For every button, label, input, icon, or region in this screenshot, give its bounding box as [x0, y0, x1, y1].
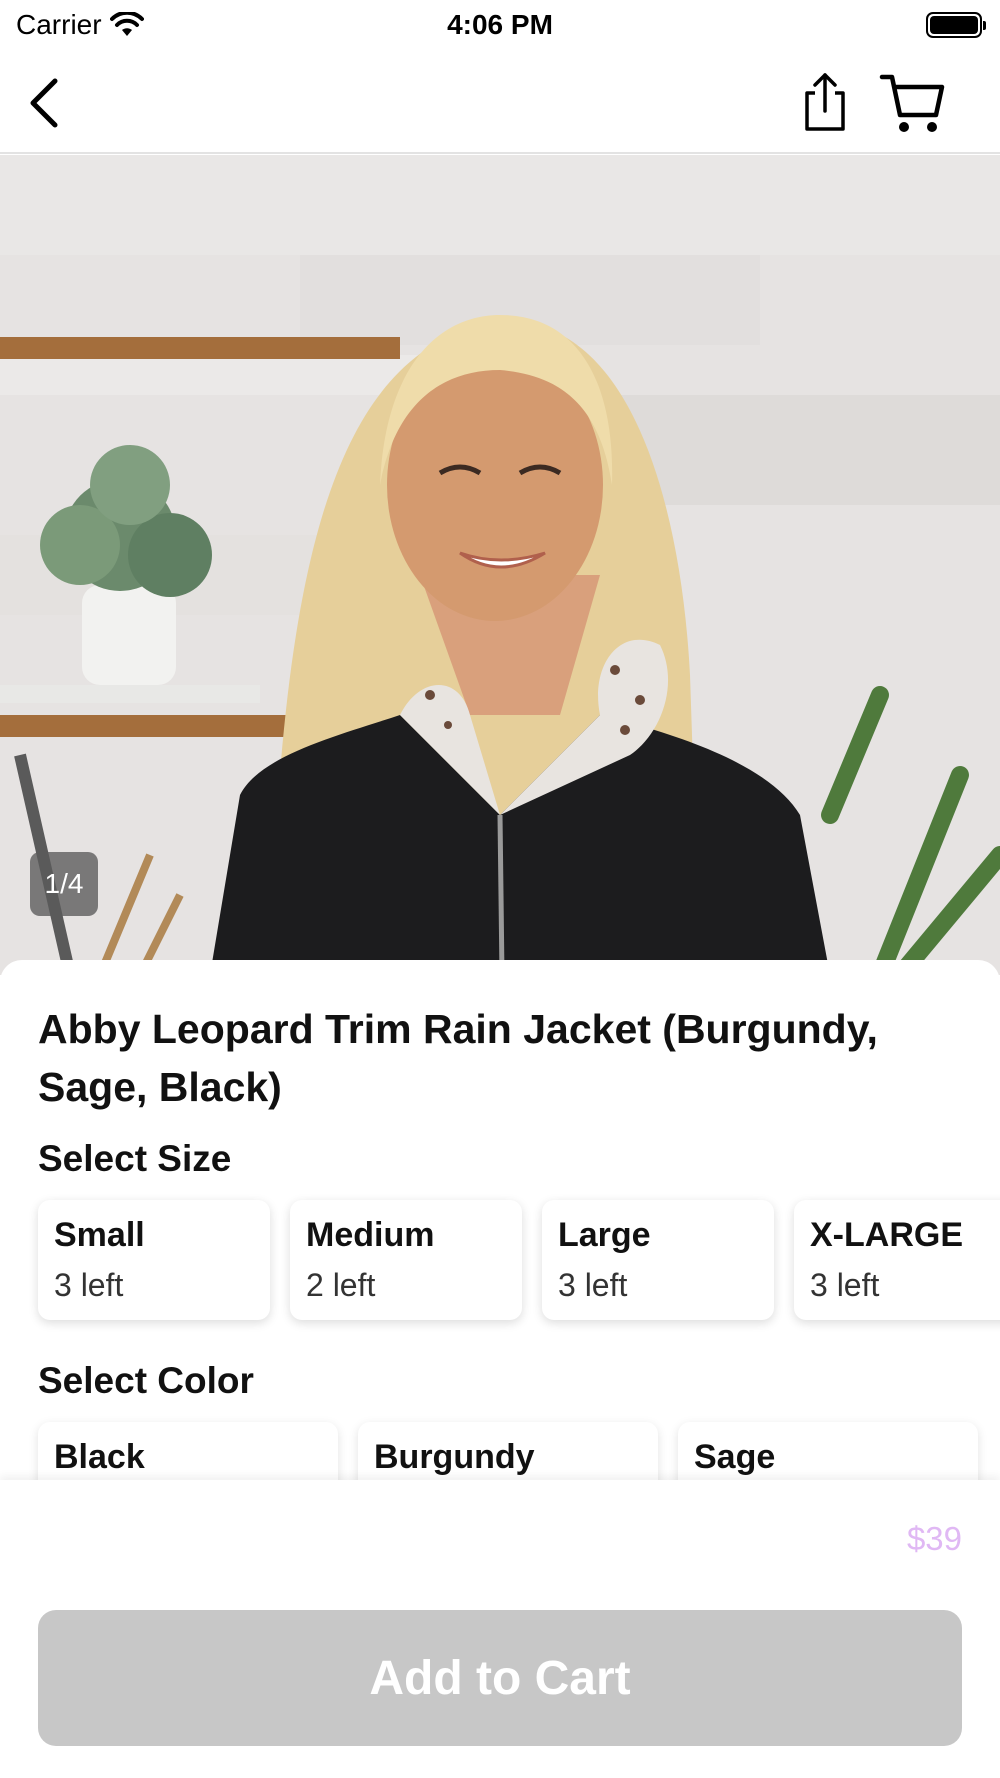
product-details-sheet: Abby Leopard Trim Rain Jacket (Burgundy,… — [0, 960, 1000, 1480]
size-option-name: X-LARGE — [810, 1216, 963, 1254]
product-photo — [0, 155, 1000, 975]
product-image[interactable] — [0, 155, 1000, 975]
color-option-burgundy[interactable]: Burgundy — [358, 1422, 658, 1480]
nav-bar — [0, 52, 1000, 154]
color-option-name: Black — [54, 1438, 145, 1476]
color-options: Black Burgundy Sage — [38, 1422, 1000, 1480]
share-icon — [805, 73, 845, 131]
color-option-black[interactable]: Black — [38, 1422, 338, 1480]
size-option-name: Small — [54, 1216, 145, 1254]
page-indicator: 1/4 — [30, 852, 98, 916]
size-option-stock: 3 left — [810, 1267, 880, 1303]
cart-button[interactable] — [878, 68, 948, 138]
size-options: Small 3 left Medium 2 left Large 3 left … — [38, 1200, 1000, 1324]
size-option-stock: 2 left — [306, 1267, 376, 1303]
add-to-cart-button[interactable]: Add to Cart — [38, 1610, 962, 1746]
size-option-small[interactable]: Small 3 left — [38, 1200, 270, 1320]
size-option-name: Large — [558, 1216, 651, 1254]
size-option-stock: 3 left — [558, 1267, 628, 1303]
size-option-large[interactable]: Large 3 left — [542, 1200, 774, 1320]
size-option-medium[interactable]: Medium 2 left — [290, 1200, 522, 1320]
status-bar: Carrier 4:06 PM — [0, 0, 1000, 50]
size-option-x-large[interactable]: X-LARGE 3 left — [794, 1200, 1000, 1320]
product-price: $39 — [906, 1520, 962, 1557]
color-option-name: Sage — [694, 1438, 776, 1476]
size-option-name: Medium — [306, 1216, 435, 1254]
color-option-sage[interactable]: Sage — [678, 1422, 978, 1480]
status-time: 4:06 PM — [447, 9, 553, 40]
chevron-left-icon — [30, 78, 58, 128]
share-button[interactable] — [790, 68, 860, 138]
cart-icon — [879, 74, 945, 132]
battery-icon — [926, 12, 986, 38]
color-option-name: Burgundy — [374, 1438, 535, 1476]
size-option-stock: 3 left — [54, 1267, 124, 1303]
select-size-heading: Select Size — [38, 1138, 232, 1179]
product-title: Abby Leopard Trim Rain Jacket (Burgundy,… — [38, 1006, 878, 1110]
select-color-heading: Select Color — [38, 1360, 254, 1401]
purchase-footer: $39 Add to Cart — [0, 1480, 1000, 1778]
back-button[interactable] — [10, 68, 80, 138]
